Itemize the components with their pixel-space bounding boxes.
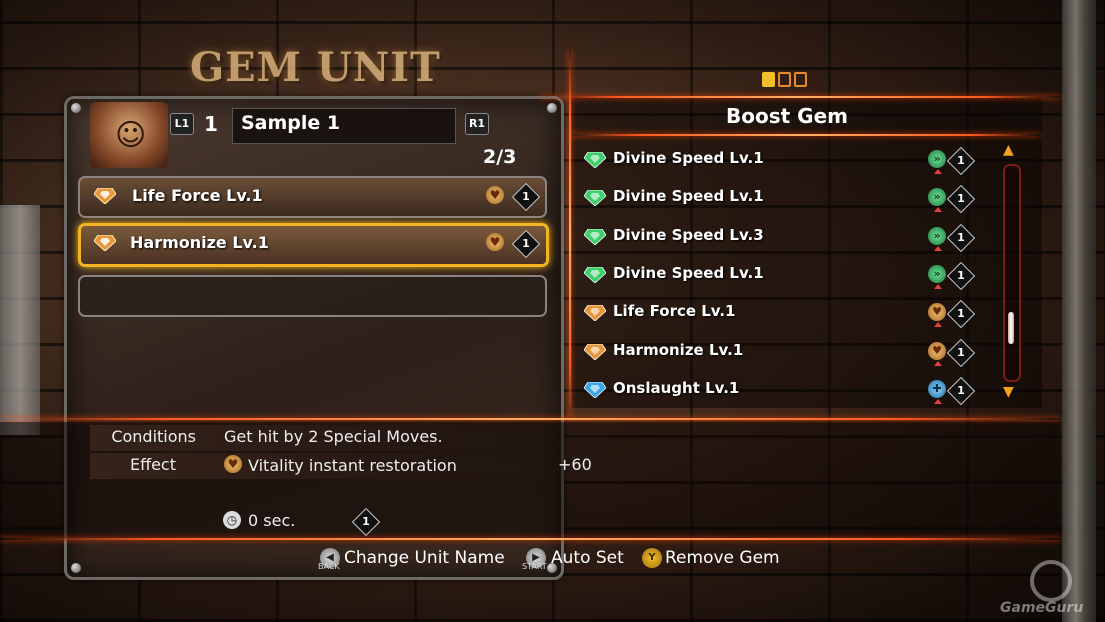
bolt-icon: [71, 103, 81, 113]
marker-icon: [934, 169, 942, 174]
glow-divider: [570, 134, 1040, 136]
green-gem-icon: [583, 266, 607, 284]
marker-icon: [934, 360, 942, 366]
auto-set-button[interactable]: Auto Set: [551, 548, 624, 568]
boost-list-scrollbar[interactable]: [1003, 164, 1021, 382]
boost-gem-label: Divine Speed Lv.3: [613, 225, 764, 244]
watermark-text: GameGuru: [1000, 600, 1084, 616]
boost-gem-label: Divine Speed Lv.1: [613, 187, 764, 206]
glow-divider: [0, 418, 1060, 420]
gem-slot-1[interactable]: Life Force Lv.1 ♥ 1: [78, 176, 547, 218]
green-gem-icon: [583, 228, 607, 246]
orange-gem-icon: [93, 234, 117, 252]
pipe-decoration: [1062, 0, 1096, 622]
orange-gem-icon: [583, 343, 607, 361]
heart-icon: ♥: [486, 233, 504, 251]
gem-slot-2[interactable]: Harmonize Lv.1 ♥ 1: [78, 223, 549, 267]
gem-cost-badge: 1: [946, 261, 976, 291]
boost-gem-item[interactable]: Harmonize Lv.1 ♥ 1: [580, 334, 980, 372]
unit-capacity: 2/3: [483, 146, 517, 168]
gem-slot-3-empty[interactable]: [78, 275, 547, 317]
gem-cost-badge: 1: [511, 229, 541, 259]
gem-cost-badge: 1: [946, 300, 976, 329]
marker-icon: [934, 245, 942, 251]
watermark-logo-icon: [1030, 560, 1072, 602]
boost-gem-title: Boost Gem: [726, 104, 848, 128]
glow-divider: [0, 538, 1060, 540]
gem-slot-label: Harmonize Lv.1: [130, 233, 269, 252]
scrollbar-thumb[interactable]: [1008, 312, 1014, 344]
speed-icon: »: [928, 150, 946, 168]
boost-gem-item[interactable]: Divine Speed Lv.3 » 1: [580, 219, 980, 257]
effect-label: Effect: [129, 455, 176, 474]
boost-gem-label: Harmonize Lv.1: [613, 340, 744, 359]
duration-text: 0 sec.: [248, 511, 296, 530]
orange-gem-icon: [583, 304, 607, 322]
gem-cost-badge: 1: [946, 223, 976, 252]
scroll-down-arrow-icon[interactable]: ▼: [1003, 384, 1014, 400]
boost-gem-label: Life Force Lv.1: [613, 302, 736, 321]
boost-gem-label: Divine Speed Lv.1: [613, 263, 764, 282]
gem-cost-badge: 1: [946, 146, 976, 176]
r1-button[interactable]: R1: [465, 113, 489, 135]
marker-icon: [934, 207, 942, 213]
heart-icon: ♥: [928, 341, 946, 360]
unit-number: 1: [204, 112, 218, 136]
gem-cost-badge: 1: [946, 376, 976, 405]
page-dot: [794, 72, 807, 87]
boost-gem-item[interactable]: Life Force Lv.1 ♥ 1: [580, 295, 980, 333]
bolt-icon: [71, 563, 81, 573]
effect-value: +60: [558, 455, 592, 474]
conditions-label: Conditions: [111, 427, 196, 446]
gem-cost-badge: 1: [946, 185, 976, 214]
boost-gem-item[interactable]: Divine Speed Lv.1 » 1: [580, 257, 980, 295]
change-unit-name-button[interactable]: Change Unit Name: [344, 548, 505, 568]
page-indicator: [762, 72, 810, 91]
character-avatar: ☺: [90, 102, 168, 168]
clock-icon: ◷: [223, 511, 241, 529]
speed-icon: »: [928, 188, 946, 207]
green-gem-icon: [583, 189, 607, 207]
heart-icon: ♥: [486, 186, 504, 204]
page-dot: [778, 72, 791, 87]
gem-slot-label: Life Force Lv.1: [132, 186, 263, 205]
back-sub-label: BACK: [318, 562, 340, 571]
l1-button[interactable]: L1: [170, 113, 194, 135]
bolt-icon: [547, 103, 557, 113]
speed-icon: »: [928, 264, 946, 283]
blue-gem-icon: [583, 381, 607, 399]
marker-icon: [934, 398, 942, 404]
boost-gem-item[interactable]: Divine Speed Lv.1 » 1: [580, 180, 980, 218]
cross-icon: ✚: [928, 379, 946, 398]
screen-title: GEM UNIT: [190, 44, 441, 91]
glow-divider: [540, 96, 1060, 98]
marker-icon: [934, 322, 942, 328]
gem-cost-badge: 1: [511, 182, 541, 212]
green-gem-icon: [583, 151, 607, 169]
glow-divider: [569, 50, 571, 420]
marker-icon: [934, 283, 942, 289]
boost-gem-label: Divine Speed Lv.1: [613, 149, 764, 167]
boost-gem-item[interactable]: Divine Speed Lv.1 » 1: [580, 142, 980, 180]
metal-plate-decoration: [0, 205, 40, 435]
y-button-icon: Y: [642, 548, 662, 568]
orange-gem-icon: [93, 187, 117, 205]
start-sub-label: START: [522, 562, 547, 571]
speed-icon: »: [928, 226, 946, 245]
remove-gem-button[interactable]: Remove Gem: [665, 548, 780, 568]
heart-icon: ♥: [224, 455, 242, 473]
boost-gem-item[interactable]: Onslaught Lv.1 ✚ 1: [580, 372, 980, 410]
effect-text: Vitality instant restoration: [248, 456, 457, 475]
scroll-up-arrow-icon[interactable]: ▲: [1003, 142, 1014, 158]
page-dot-active: [762, 72, 775, 87]
unit-name: Sample 1: [241, 112, 341, 134]
gem-cost-badge: 1: [946, 338, 976, 367]
heart-icon: ♥: [928, 303, 946, 322]
conditions-text: Get hit by 2 Special Moves.: [224, 427, 443, 446]
boost-gem-label: Onslaught Lv.1: [613, 378, 740, 397]
